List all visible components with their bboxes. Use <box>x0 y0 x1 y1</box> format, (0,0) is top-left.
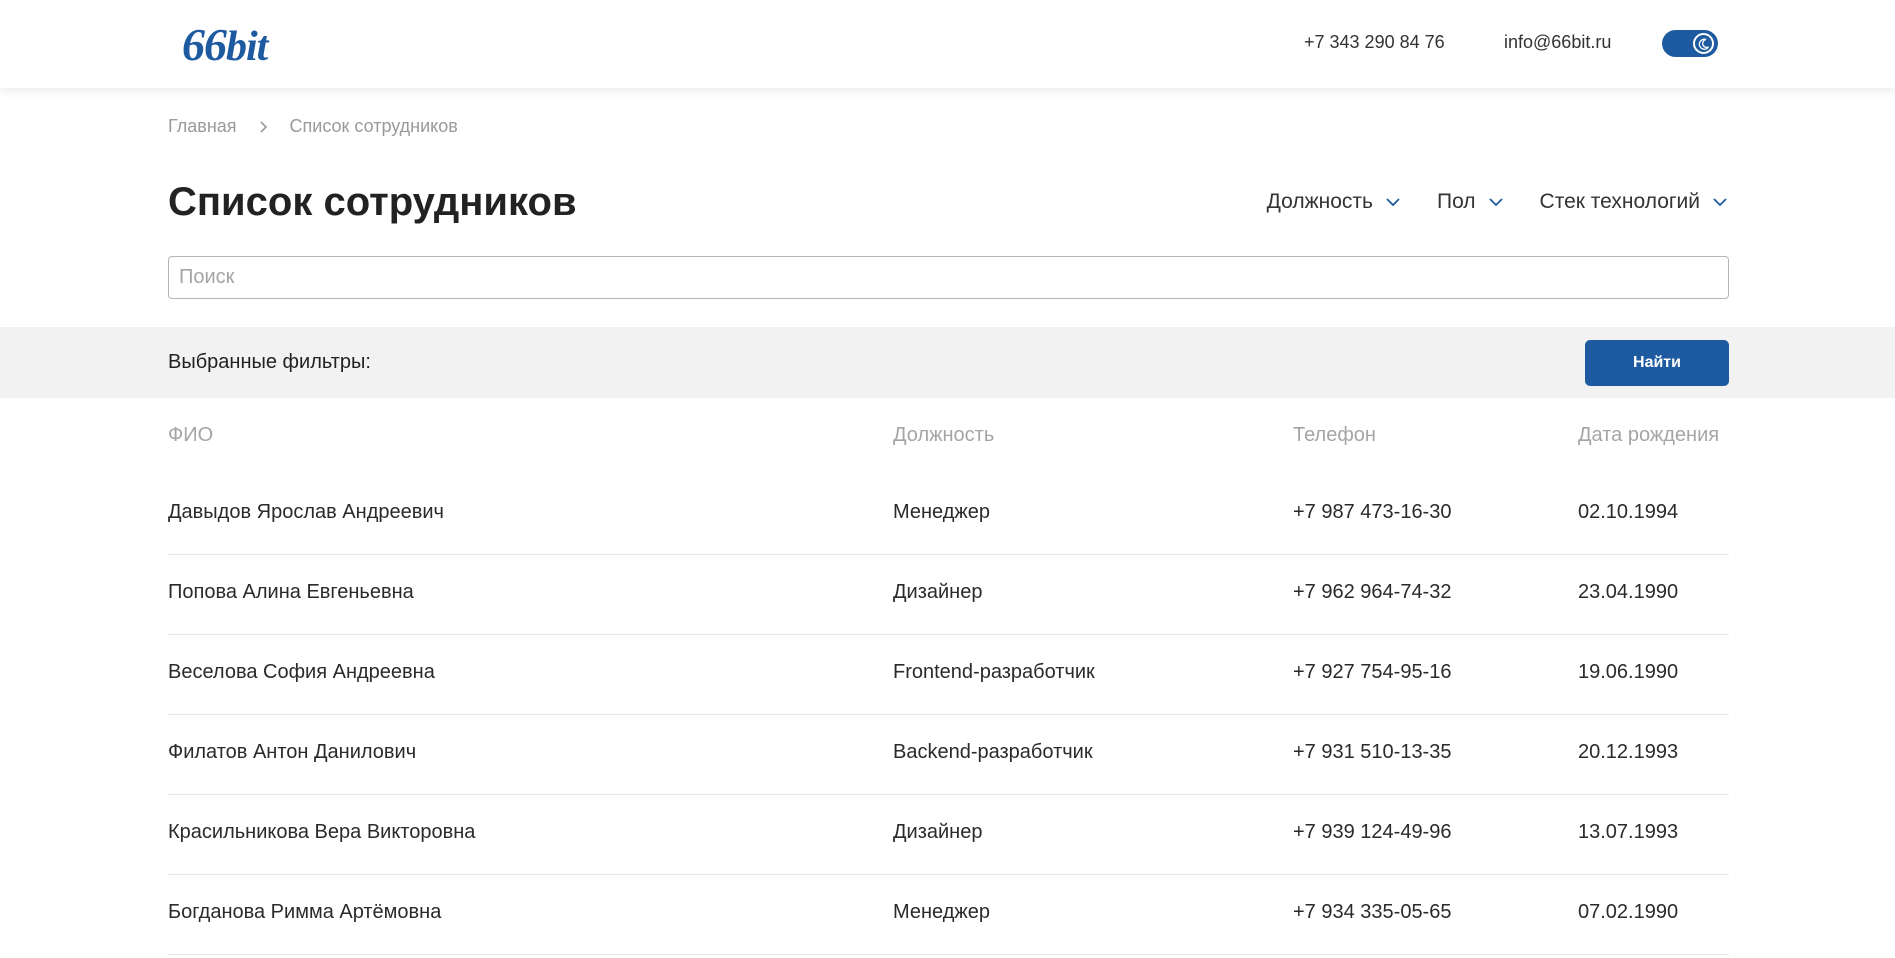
cell-phone: +7 939 124-49-96 <box>1293 821 1452 843</box>
table-row[interactable]: Красильникова Вера Викторовна Дизайнер +… <box>168 795 1729 875</box>
cell-name: Богданова Римма Артёмовна <box>168 901 442 923</box>
chevron-down-icon <box>1488 198 1503 207</box>
filter-position[interactable]: Должность <box>1267 190 1401 214</box>
cell-name: Веселова София Андреевна <box>168 661 435 683</box>
header-phone[interactable]: +7 343 290 84 76 <box>1304 32 1445 53</box>
filter-gender[interactable]: Пол <box>1437 190 1504 214</box>
filters: Должность Пол Стек технологий <box>1267 190 1728 214</box>
cell-birthdate: 23.04.1990 <box>1578 581 1679 603</box>
table-row[interactable]: Давыдов Ярослав Андреевич Менеджер +7 98… <box>168 475 1729 555</box>
header-email[interactable]: info@66bit.ru <box>1504 32 1611 53</box>
theme-toggle[interactable] <box>1662 30 1718 57</box>
cell-birthdate: 02.10.1994 <box>1578 501 1679 523</box>
chevron-right-icon <box>259 120 268 134</box>
cell-phone: +7 927 754-95-16 <box>1293 661 1452 683</box>
cell-phone: +7 987 473-16-30 <box>1293 501 1452 523</box>
cell-phone: +7 934 335-05-65 <box>1293 901 1452 923</box>
find-button[interactable]: Найти <box>1585 340 1729 386</box>
cell-birthdate: 13.07.1993 <box>1578 821 1679 843</box>
chevron-down-icon <box>1386 198 1400 207</box>
table-row[interactable]: Филатов Антон Данилович Backend-разработ… <box>168 715 1729 795</box>
selected-filters-bar: Выбранные фильтры: Найти <box>0 327 1895 398</box>
cell-name: Попова Алина Евгеньевна <box>168 581 414 603</box>
table-row[interactable]: Попова Алина Евгеньевна Дизайнер +7 962 … <box>168 555 1729 635</box>
cell-position: Дизайнер <box>893 581 983 603</box>
filter-position-label: Должность <box>1266 190 1373 213</box>
cell-phone: +7 962 964-74-32 <box>1293 581 1452 603</box>
cell-birthdate: 19.06.1990 <box>1578 661 1679 683</box>
logo[interactable]: 66bit <box>182 18 268 71</box>
table-row[interactable]: Богданова Римма Артёмовна Менеджер +7 93… <box>168 875 1729 955</box>
employees-table: ФИО Должность Телефон Дата рождения Давы… <box>168 398 1729 955</box>
cell-position: Дизайнер <box>893 821 983 843</box>
breadcrumb: Главная Список сотрудников <box>168 116 458 137</box>
table-row[interactable]: Веселова София Андреевна Frontend-разраб… <box>168 635 1729 715</box>
logo-text: bit <box>226 24 268 70</box>
cell-phone: +7 931 510-13-35 <box>1293 741 1452 763</box>
cell-name: Филатов Антон Данилович <box>168 741 417 763</box>
logo-number: 66 <box>182 19 227 70</box>
filter-stack[interactable]: Стек технологий <box>1540 190 1728 214</box>
page-title: Список сотрудников <box>168 180 577 224</box>
cell-birthdate: 20.12.1993 <box>1578 741 1679 763</box>
table-header: ФИО Должность Телефон Дата рождения <box>168 398 1729 475</box>
column-header-birthdate[interactable]: Дата рождения <box>1578 424 1719 447</box>
cell-name: Давыдов Ярослав Андреевич <box>168 501 444 523</box>
column-header-name[interactable]: ФИО <box>168 424 213 447</box>
column-header-position[interactable]: Должность <box>893 424 994 447</box>
site-header: 66bit +7 343 290 84 76 info@66bit.ru <box>0 0 1895 88</box>
breadcrumb-home[interactable]: Главная <box>168 116 237 137</box>
cell-name: Красильникова Вера Викторовна <box>168 821 476 843</box>
selected-filters-label: Выбранные фильтры: <box>168 351 371 373</box>
breadcrumb-current: Список сотрудников <box>289 116 458 136</box>
cell-position: Менеджер <box>893 501 991 523</box>
cell-birthdate: 07.02.1990 <box>1578 901 1679 923</box>
cell-position: Backend-разработчик <box>893 741 1093 763</box>
search-input[interactable] <box>168 256 1729 299</box>
cell-position: Frontend-разработчик <box>893 661 1095 683</box>
chevron-down-icon <box>1713 198 1727 207</box>
column-header-phone[interactable]: Телефон <box>1293 424 1376 447</box>
cell-position: Менеджер <box>893 901 991 923</box>
filter-stack-label: Стек технологий <box>1539 190 1700 213</box>
filter-gender-label: Пол <box>1436 190 1476 213</box>
moon-icon <box>1693 33 1714 54</box>
